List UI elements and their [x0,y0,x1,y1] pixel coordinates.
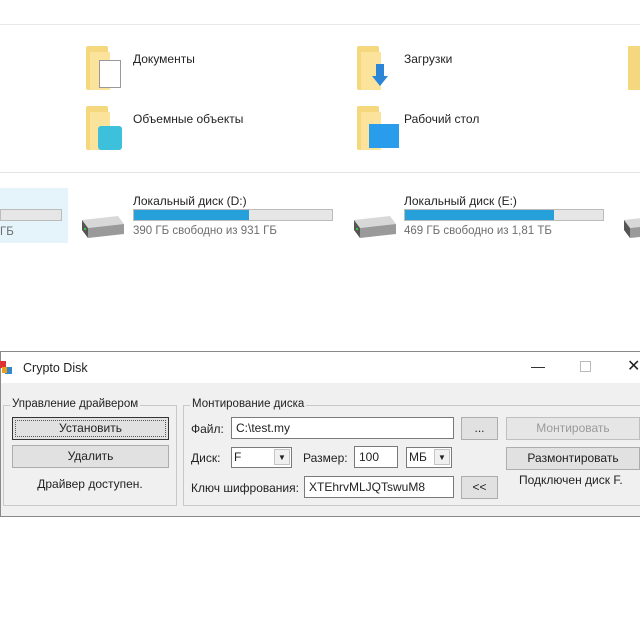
hard-drive-icon [82,216,124,238]
close-button[interactable]: ✕ [627,356,640,376]
drive-c-selected[interactable]: ГБ [0,188,68,243]
folder-documents[interactable]: Документы [86,46,195,90]
driver-group: Управление драйвером Установить Удалить … [3,398,177,506]
driver-group-legend: Управление драйвером [10,398,141,410]
drive-e[interactable]: Локальный диск (E:) 469 ГБ свободно из 1… [350,194,610,244]
drive-label: Локальный диск (E:) [404,194,517,208]
drive-label: Локальный диск (D:) [133,194,247,208]
3d-objects-folder-icon [86,106,122,150]
title-bar[interactable]: Crypto Disk — ✕ [0,352,640,383]
disk-label: Диск: [191,451,221,465]
driver-status: Драйвер доступен. [37,477,143,491]
documents-folder-icon [86,46,121,90]
drive-free-text: 469 ГБ свободно из 1,81 ТБ [404,225,552,237]
folder-label: Загрузки [404,52,453,66]
key-input[interactable]: XTEhrvMLJQTswuM8 [304,476,454,498]
folder-label: Рабочий стол [404,112,480,126]
mount-button[interactable]: Монтировать [506,417,640,440]
hard-drive-icon [624,218,640,238]
drive-usage-fill [134,210,249,220]
app-icon [0,361,12,374]
minimize-button[interactable]: — [531,358,545,374]
drive-free-text: 390 ГБ свободно из 931 ГБ [133,225,277,237]
desktop-folder-icon [357,106,399,150]
file-label: Файл: [191,422,224,436]
divider [0,172,640,173]
remove-button[interactable]: Удалить [12,445,169,468]
unit-value: МБ [409,450,427,464]
file-input[interactable]: C:\test.my [231,417,454,439]
unit-select[interactable]: МБ ▼ [406,447,452,468]
folder-downloads[interactable]: Загрузки [357,46,452,90]
window-title: Crypto Disk [23,361,88,375]
disk-value: F [234,450,242,464]
mount-group: Монтирование диска Файл: C:\test.my ... … [183,398,640,506]
size-input[interactable]: 100 [354,446,398,468]
size-label: Размер: [303,451,348,465]
install-button[interactable]: Установить [12,417,169,440]
chevron-down-icon: ▼ [274,449,290,465]
generate-key-button[interactable]: << [461,476,498,499]
crypto-disk-window: Crypto Disk — ✕ Управление драйвером Уст… [0,351,640,517]
unmount-button[interactable]: Размонтировать [506,447,640,470]
key-label: Ключ шифрования: [191,481,299,495]
drive-usage-fill [405,210,554,220]
folder-3d-objects[interactable]: Объемные объекты [86,106,243,150]
browse-button[interactable]: ... [461,417,498,440]
folder-desktop[interactable]: Рабочий стол [357,106,479,150]
chevron-down-icon: ▼ [434,449,450,465]
mount-group-legend: Монтирование диска [190,398,307,410]
drive-d[interactable]: Локальный диск (D:) 390 ГБ свободно из 9… [78,194,338,244]
hard-drive-icon [354,216,396,238]
folder-partial-icon [628,46,640,90]
drive-free-text: ГБ [0,226,14,238]
mount-status: Подключен диск F. [519,473,623,487]
maximize-button[interactable] [580,361,591,372]
downloads-folder-icon [357,46,391,90]
folder-label: Документы [133,52,195,66]
folder-label: Объемные объекты [133,112,244,126]
disk-select[interactable]: F ▼ [231,447,292,468]
divider [0,24,640,25]
